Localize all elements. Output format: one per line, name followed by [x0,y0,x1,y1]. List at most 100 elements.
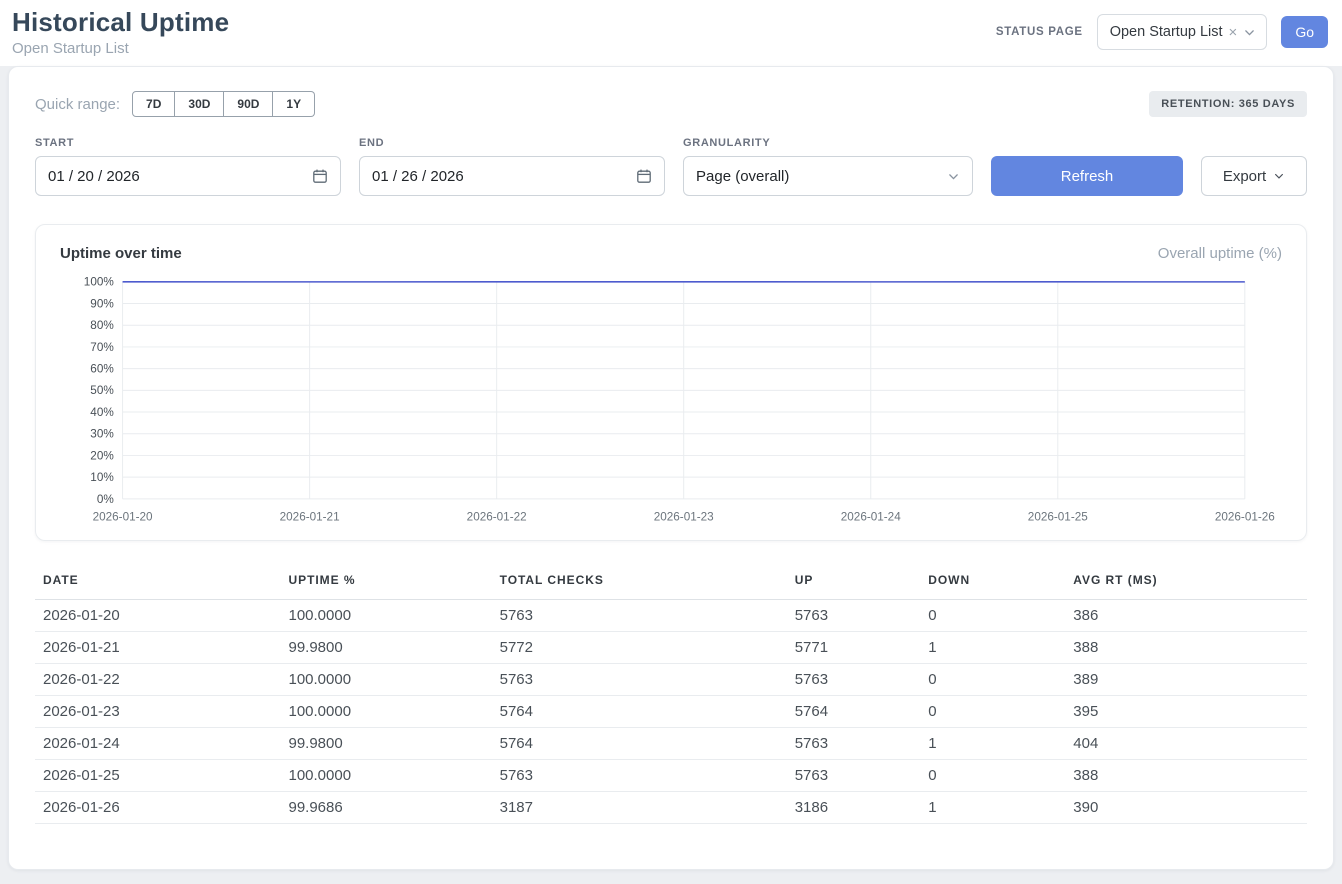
table-cell: 1 [920,632,1065,664]
quick-range-group: 7D 30D 90D 1Y [132,91,315,117]
end-date-label: END [359,137,665,149]
table-cell: 2026-01-25 [35,760,280,792]
status-page-selected-value: Open Startup List [1110,24,1223,40]
filter-form-row: START 01 / 20 / 2026 END 01 / 26 / 2026 … [35,137,1307,196]
uptime-table: DATEUPTIME %TOTAL CHECKSUPDOWNAVG RT (MS… [35,567,1307,824]
table-cell: 99.9800 [280,632,491,664]
chevron-down-icon [1273,170,1285,182]
table-cell: 5764 [492,696,787,728]
granularity-selected-value: Page (overall) [696,168,789,185]
refresh-button[interactable]: Refresh [991,156,1183,196]
table-cell: 0 [920,600,1065,632]
table-cell: 3186 [787,792,921,824]
table-cell: 5764 [787,696,921,728]
table-cell: 3187 [492,792,787,824]
page-subtitle: Open Startup List [12,40,229,57]
table-cell: 0 [920,696,1065,728]
end-date-value: 01 / 26 / 2026 [372,168,464,185]
quick-range-30d[interactable]: 30D [175,91,224,117]
table-cell: 389 [1065,664,1307,696]
table-cell: 395 [1065,696,1307,728]
column-header: UPTIME % [280,567,491,600]
table-cell: 5763 [492,760,787,792]
end-date-field: END 01 / 26 / 2026 [359,137,665,196]
svg-text:2026-01-20: 2026-01-20 [93,510,153,523]
header-controls: STATUS PAGE Open Startup List × Go [996,14,1328,50]
table-cell: 5772 [492,632,787,664]
quick-range-label: Quick range: [35,96,120,113]
clear-icon[interactable]: × [1229,25,1238,40]
column-header: DOWN [920,567,1065,600]
chevron-down-icon [947,170,960,183]
table-cell: 5763 [787,728,921,760]
column-header: AVG RT (MS) [1065,567,1307,600]
table-cell: 386 [1065,600,1307,632]
table-cell: 388 [1065,632,1307,664]
column-header: DATE [35,567,280,600]
quick-range-row: Quick range: 7D 30D 90D 1Y RETENTION: 36… [35,91,1307,117]
table-cell: 100.0000 [280,696,491,728]
table-cell: 100.0000 [280,600,491,632]
svg-text:80%: 80% [90,319,113,332]
chevron-down-icon [1243,26,1256,39]
svg-text:70%: 70% [90,341,113,354]
svg-text:60%: 60% [90,363,113,376]
start-date-input[interactable]: 01 / 20 / 2026 [35,156,341,196]
quick-range-90d[interactable]: 90D [224,91,273,117]
table-cell: 100.0000 [280,760,491,792]
table-cell: 99.9686 [280,792,491,824]
svg-text:2026-01-23: 2026-01-23 [654,510,714,523]
page-heading-block: Historical Uptime Open Startup List [12,7,229,57]
table-cell: 100.0000 [280,664,491,696]
start-date-label: START [35,137,341,149]
svg-text:90%: 90% [90,297,113,310]
start-date-field: START 01 / 20 / 2026 [35,137,341,196]
export-button[interactable]: Export [1201,156,1307,196]
table-body: 2026-01-20100.00005763576303862026-01-21… [35,600,1307,824]
start-date-value: 01 / 20 / 2026 [48,168,140,185]
table-cell: 5763 [787,600,921,632]
chart-legend: Overall uptime (%) [1158,245,1282,262]
table-cell: 5763 [492,600,787,632]
granularity-field: GRANULARITY Page (overall) [683,137,973,196]
quick-range-7d[interactable]: 7D [132,91,175,117]
table-row: 2026-01-2199.9800577257711388 [35,632,1307,664]
end-date-input[interactable]: 01 / 26 / 2026 [359,156,665,196]
svg-text:2026-01-25: 2026-01-25 [1028,510,1088,523]
table-cell: 0 [920,664,1065,696]
table-row: 2026-01-20100.0000576357630386 [35,600,1307,632]
svg-text:50%: 50% [90,384,113,397]
table-cell: 1 [920,792,1065,824]
column-header: TOTAL CHECKS [492,567,787,600]
table-row: 2026-01-25100.0000576357630388 [35,760,1307,792]
table-cell: 404 [1065,728,1307,760]
table-cell: 390 [1065,792,1307,824]
svg-text:30%: 30% [90,428,113,441]
uptime-line-chart: 0%10%20%30%40%50%60%70%80%90%100%2026-01… [60,274,1282,530]
table-cell: 2026-01-22 [35,664,280,696]
granularity-label: GRANULARITY [683,137,973,149]
go-button[interactable]: Go [1281,16,1328,48]
table-cell: 5764 [492,728,787,760]
svg-text:2026-01-26: 2026-01-26 [1215,510,1275,523]
calendar-icon [636,168,652,184]
table-cell: 5763 [787,760,921,792]
table-row: 2026-01-22100.0000576357630389 [35,664,1307,696]
granularity-select[interactable]: Page (overall) [683,156,973,196]
svg-text:2026-01-22: 2026-01-22 [467,510,527,523]
table-cell: 0 [920,760,1065,792]
table-cell: 2026-01-24 [35,728,280,760]
table-cell: 99.9800 [280,728,491,760]
chart-title: Uptime over time [60,245,182,262]
svg-text:2026-01-24: 2026-01-24 [841,510,901,523]
table-header-row: DATEUPTIME %TOTAL CHECKSUPDOWNAVG RT (MS… [35,567,1307,600]
quick-range-1y[interactable]: 1Y [273,91,315,117]
table-cell: 2026-01-23 [35,696,280,728]
table-row: 2026-01-2699.9686318731861390 [35,792,1307,824]
svg-text:20%: 20% [90,449,113,462]
table-row: 2026-01-2499.9800576457631404 [35,728,1307,760]
svg-text:40%: 40% [90,406,113,419]
status-page-select[interactable]: Open Startup List × [1097,14,1268,50]
page-header: Historical Uptime Open Startup List STAT… [0,0,1342,66]
table-cell: 2026-01-20 [35,600,280,632]
